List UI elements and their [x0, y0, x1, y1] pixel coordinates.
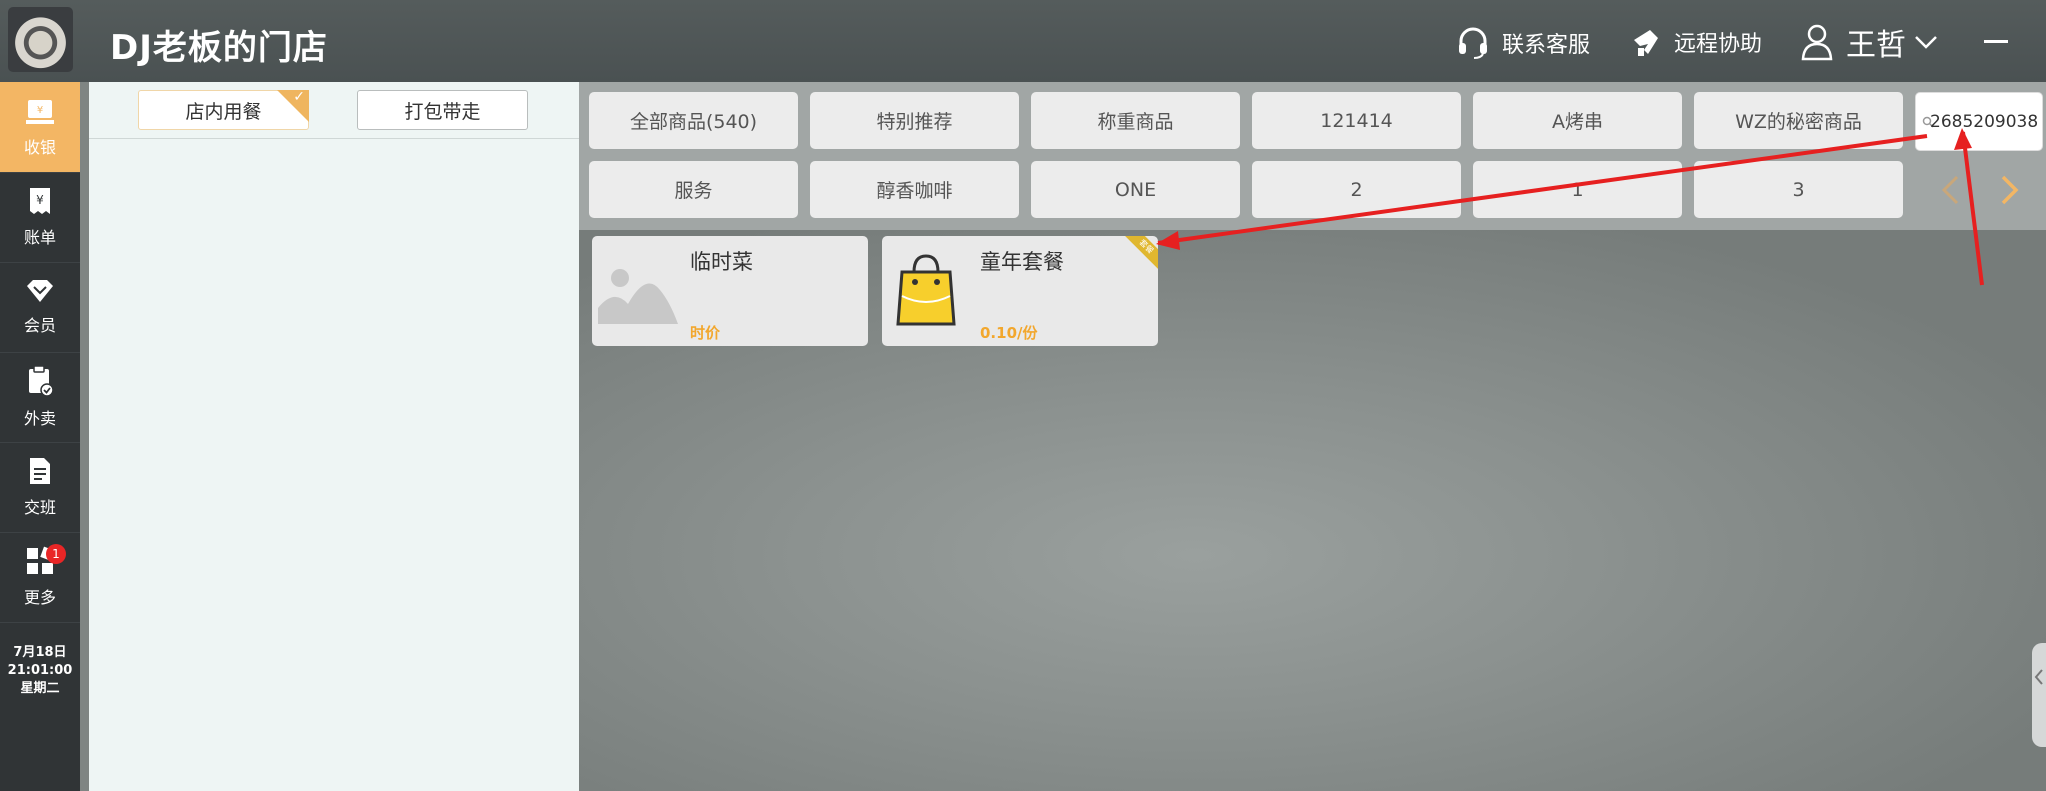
nav-item-member[interactable]: 会员 — [0, 262, 80, 353]
nav-label-bill: 账单 — [23, 228, 56, 247]
nav-item-handover[interactable]: 交班 — [0, 442, 80, 533]
svg-text:¥: ¥ — [36, 193, 44, 207]
category-button[interactable]: 全部商品(540) — [589, 92, 798, 149]
minimize-button[interactable] — [1984, 40, 2008, 43]
chevron-down-icon — [1915, 36, 1937, 49]
product-grid: 临时菜 时价 童年套餐 0.10/份 套餐 — [579, 230, 2046, 791]
category-button[interactable]: 服务 — [589, 161, 798, 218]
product-price: 0.10/份 — [980, 324, 1038, 342]
cashier-icon: ¥ — [26, 100, 54, 124]
tab-takeaway-label: 打包带走 — [404, 100, 481, 123]
nav-item-cashier[interactable]: ¥ 收银 — [0, 82, 80, 173]
tab-dine-in[interactable]: 店内用餐 ✓ — [138, 89, 309, 130]
chevron-left-icon[interactable] — [1939, 174, 1961, 206]
nav-label-member: 会员 — [23, 316, 56, 335]
tab-dine-in-label: 店内用餐 — [185, 100, 262, 123]
nav-label-cashier: 收银 — [23, 138, 56, 157]
category-button[interactable]: 醇香咖啡 — [810, 161, 1019, 218]
nav-label-more: 更多 — [23, 588, 56, 607]
store-logo — [8, 7, 73, 72]
product-name: 临时菜 — [690, 250, 753, 274]
clock-weekday: 星期二 — [20, 681, 60, 696]
clock-date: 7月18日 — [13, 645, 67, 660]
user-name: 王哲 — [1846, 28, 1906, 63]
customer-service-button[interactable]: 联系客服 — [1456, 26, 1590, 60]
diamond-icon — [27, 280, 53, 302]
product-card[interactable]: 临时菜 时价 — [592, 236, 868, 346]
image-placeholder-icon — [598, 269, 678, 324]
bill-icon: ¥ — [30, 188, 50, 214]
search-input[interactable]: 2685209038 — [1915, 92, 2043, 151]
nav-item-more[interactable]: 更多 1 — [0, 532, 80, 623]
category-button[interactable]: 121414 — [1252, 92, 1461, 149]
combo-ribbon: 套餐 — [1119, 236, 1158, 274]
category-button[interactable]: 2 — [1252, 161, 1461, 218]
product-card[interactable]: 童年套餐 0.10/份 套餐 — [882, 236, 1158, 346]
nav-label-takeout: 外卖 — [23, 409, 56, 428]
category-button[interactable]: A烤串 — [1473, 92, 1682, 149]
takeout-icon — [29, 365, 54, 397]
product-name: 童年套餐 — [980, 250, 1064, 274]
remote-assist-button[interactable]: 远程协助 — [1630, 26, 1762, 58]
clock-time: 21:01:00 — [7, 663, 73, 678]
user-menu[interactable]: 王哲 — [1800, 20, 1950, 64]
product-price: 时价 — [690, 324, 721, 342]
check-icon: ✓ — [293, 89, 305, 105]
search-value: 2685209038 — [1930, 111, 2039, 132]
nav-item-bill[interactable]: ¥ 账单 — [0, 172, 80, 263]
customer-service-label: 联系客服 — [1502, 33, 1591, 58]
tab-takeaway[interactable]: 打包带走 — [357, 90, 528, 130]
headset-icon — [1459, 27, 1487, 59]
category-button[interactable]: 特别推荐 — [810, 92, 1019, 149]
category-bar: 全部商品(540) 特别推荐 称重商品 121414 A烤串 WZ的秘密商品 2… — [579, 82, 2046, 230]
chevron-left-small-icon — [2034, 669, 2043, 685]
category-button[interactable]: ONE — [1031, 161, 1240, 218]
order-panel: 店内用餐 ✓ 打包带走 — [89, 82, 579, 791]
clock: 7月18日 21:01:00 星期二 — [0, 644, 80, 698]
svg-text:¥: ¥ — [37, 105, 43, 116]
category-button[interactable]: WZ的秘密商品 — [1694, 92, 1903, 149]
user-icon — [1801, 24, 1833, 61]
order-divider — [89, 138, 579, 139]
handover-icon — [30, 458, 50, 484]
category-button[interactable]: 1 — [1473, 161, 1682, 218]
chevron-right-icon[interactable] — [1999, 174, 2021, 206]
notification-badge: 1 — [46, 544, 66, 564]
remote-assist-label: 远程协助 — [1674, 32, 1763, 57]
category-button[interactable]: 称重商品 — [1031, 92, 1240, 149]
nav-label-handover: 交班 — [23, 498, 56, 517]
nav-item-takeout[interactable]: 外卖 — [0, 352, 80, 443]
store-title: DJ老板的门店 — [110, 28, 328, 68]
side-drawer-handle[interactable] — [2032, 643, 2046, 747]
category-button[interactable]: 3 — [1694, 161, 1903, 218]
shopping-bag-icon — [896, 254, 956, 326]
remote-assist-icon — [1634, 30, 1658, 56]
